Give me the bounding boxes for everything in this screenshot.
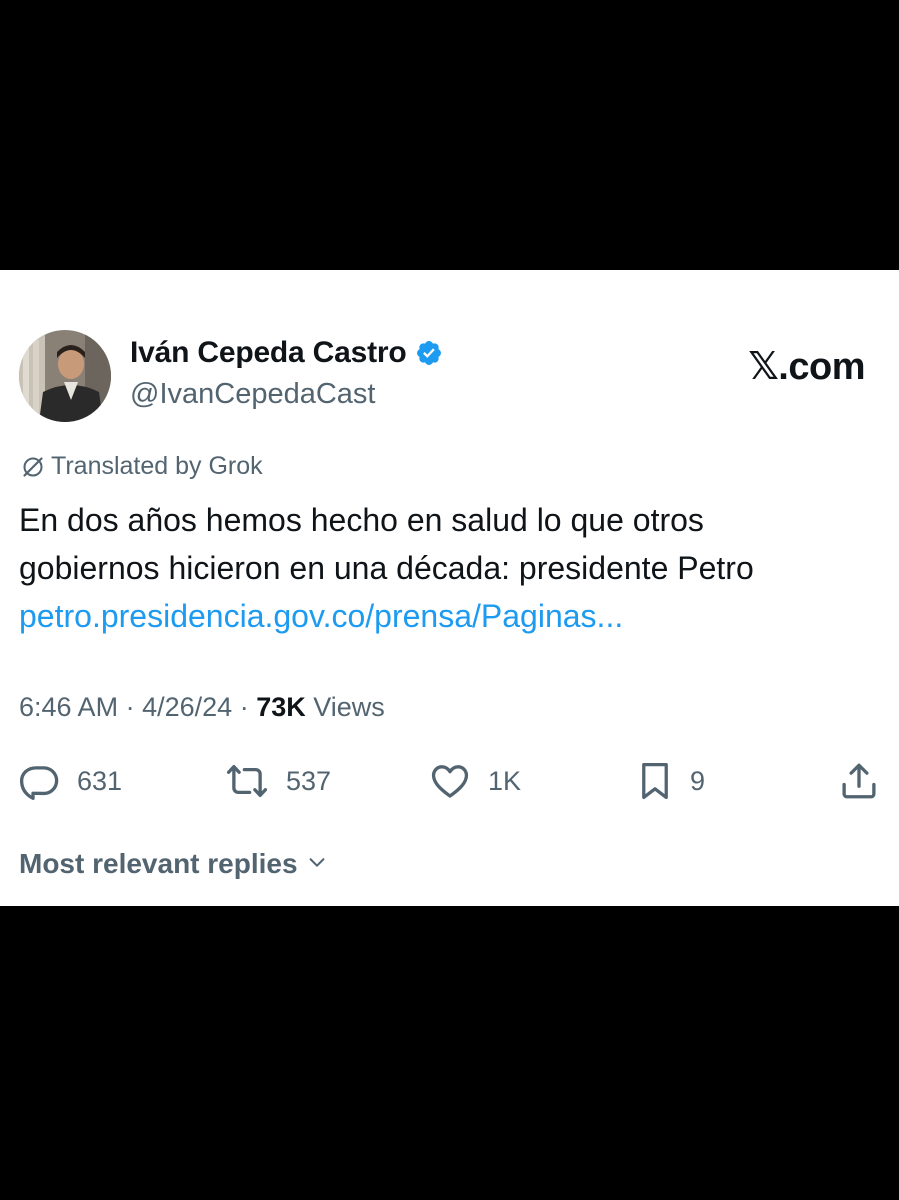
tweet-card: Iván Cepeda Castro @IvanCepedaCast 𝕏.com… [0,270,899,906]
meta-separator: · [239,692,249,722]
tweet-time[interactable]: 6:46 AM [19,692,118,722]
bookmark-icon [636,760,674,802]
share-button[interactable] [838,756,880,806]
share-icon [838,760,880,802]
avatar[interactable] [19,330,111,422]
author-handle[interactable]: @IvanCepedaCast [130,378,375,411]
like-count: 1K [488,765,522,796]
reply-button[interactable]: 631 [19,756,122,806]
verified-badge-icon [415,339,443,367]
replies-sort-label: Most relevant replies [19,848,298,879]
author-name-row[interactable]: Iván Cepeda Castro [130,336,443,370]
repost-button[interactable]: 537 [224,756,331,806]
tweet-actions-bar: 631 537 1K 9 [0,756,899,806]
bookmark-button[interactable]: 9 [636,756,705,806]
x-brand-logo: 𝕏.com [748,346,865,388]
chevron-down-icon [306,848,328,880]
tweet-body: En dos años hemos hecho en salud lo que … [19,496,879,640]
tweet-metadata: 6:46 AM · 4/26/24 · 73K Views [19,692,385,723]
tweet-text-line: gobiernos hicieron en una década: presid… [19,550,754,586]
like-icon [428,760,472,802]
views-count[interactable]: 73K [256,692,306,722]
views-label[interactable]: Views [313,692,385,722]
tweet-text-line: En dos años hemos hecho en salud lo que … [19,502,704,538]
meta-separator: · [125,692,135,722]
translate-icon [21,455,45,479]
translation-label: Translated by Grok [51,452,263,480]
reply-count: 631 [77,765,123,796]
repost-count: 537 [286,765,332,796]
repost-icon [224,760,270,802]
like-button[interactable]: 1K [428,756,521,806]
tweet-link[interactable]: petro.presidencia.gov.co/prensa/Paginas.… [19,592,879,640]
bookmark-count: 9 [690,765,706,796]
author-display-name[interactable]: Iván Cepeda Castro [130,336,407,370]
tweet-date[interactable]: 4/26/24 [142,692,232,722]
replies-sort-dropdown[interactable]: Most relevant replies [19,848,328,880]
reply-icon [19,760,61,802]
translation-note: Translated by Grok [21,452,263,481]
